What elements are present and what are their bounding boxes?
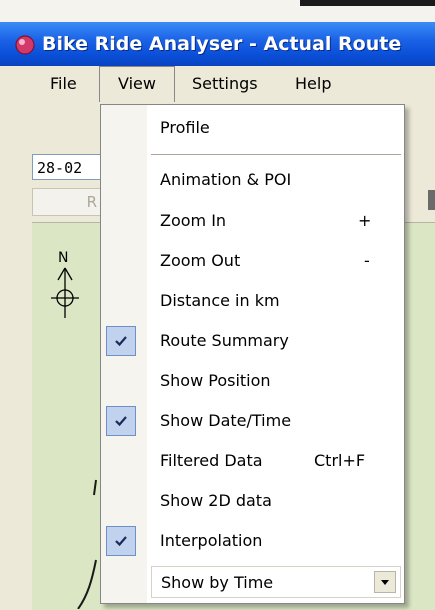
background-fragment xyxy=(300,0,435,6)
combo-value: Show by Time xyxy=(161,573,274,592)
menu-item-label: Zoom In xyxy=(160,211,227,230)
menu-item-show-2d-data[interactable]: Show 2D data xyxy=(101,483,404,519)
menu-item-show-date-time[interactable]: Show Date/Time xyxy=(101,403,404,439)
title-bar[interactable]: Bike Ride Analyser - Actual Route xyxy=(0,22,435,66)
app-window: Bike Ride Analyser - Actual Route File V… xyxy=(0,0,435,610)
date-field[interactable]: 28-02 xyxy=(32,154,102,180)
menu-separator xyxy=(151,154,401,156)
menu-item-label: Distance in km xyxy=(160,291,280,310)
menu-item-show-position[interactable]: Show Position xyxy=(101,363,404,399)
compass-north-label: N xyxy=(58,250,68,266)
menu-item-zoom-out[interactable]: Zoom Out - xyxy=(101,243,404,279)
menu-item-zoom-in[interactable]: Zoom In + xyxy=(101,203,404,239)
menu-view[interactable]: View xyxy=(99,66,175,106)
dropdown-arrow-button[interactable] xyxy=(374,571,396,593)
compass-icon: N xyxy=(51,250,79,318)
app-icon xyxy=(15,35,35,55)
menu-item-label: Show Position xyxy=(160,371,271,390)
menu-item-shortcut: Ctrl+F xyxy=(314,451,366,470)
menu-item-label: Filtered Data xyxy=(160,451,263,470)
menu-item-shortcut: + xyxy=(358,211,372,230)
show-by-combo[interactable]: Show by Time xyxy=(151,566,401,598)
side-panel-edge xyxy=(428,190,435,210)
menu-settings[interactable]: Settings xyxy=(192,66,258,102)
menu-item-label: Show Date/Time xyxy=(160,411,292,430)
menu-help[interactable]: Help xyxy=(295,66,331,102)
menu-item-label: Interpolation xyxy=(160,531,263,550)
checkmark-icon xyxy=(106,406,136,436)
menu-item-interpolation[interactable]: Interpolation xyxy=(101,523,404,559)
menu-item-shortcut: - xyxy=(364,251,370,270)
view-menu-dropdown: Profile Animation & POI Zoom In + Zoom O… xyxy=(100,104,405,604)
action-button[interactable]: R xyxy=(32,188,102,216)
checkmark-icon xyxy=(106,526,136,556)
menu-item-label: Zoom Out xyxy=(160,251,241,270)
desktop-strip xyxy=(0,0,435,22)
menu-item-label: Route Summary xyxy=(160,331,289,350)
menu-item-filtered-data[interactable]: Filtered Data Ctrl+F xyxy=(101,443,404,479)
window-title: Bike Ride Analyser - Actual Route xyxy=(42,33,402,55)
checkmark-icon xyxy=(106,326,136,356)
menu-item-distance-km[interactable]: Distance in km xyxy=(101,283,404,319)
menu-file[interactable]: File xyxy=(50,66,77,102)
menu-item-route-summary[interactable]: Route Summary xyxy=(101,323,404,359)
menu-item-profile[interactable]: Profile xyxy=(101,110,404,146)
menu-item-label: Profile xyxy=(160,118,210,137)
menu-bar: File View Settings Help xyxy=(0,66,435,106)
menu-item-label: Animation & POI xyxy=(160,170,292,189)
menu-item-animation-poi[interactable]: Animation & POI xyxy=(101,162,404,198)
chevron-down-icon xyxy=(381,580,389,585)
menu-item-label: Show 2D data xyxy=(160,491,272,510)
